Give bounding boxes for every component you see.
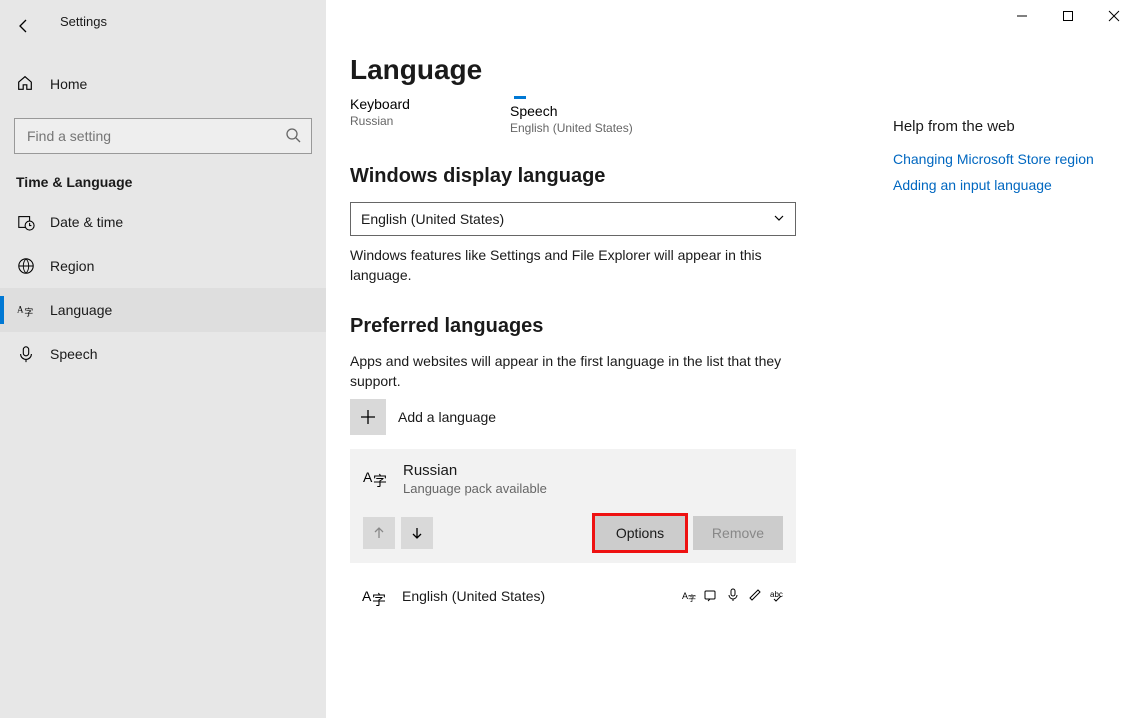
summary-value: Russian [350, 114, 470, 128]
help-heading: Help from the web [893, 118, 1113, 135]
svg-text:字: 字 [688, 593, 696, 602]
maximize-button[interactable] [1045, 0, 1091, 32]
summary-label: Speech [510, 103, 633, 119]
svg-text:A: A [362, 588, 372, 604]
window-title: Settings [60, 14, 107, 29]
remove-button[interactable]: Remove [693, 516, 783, 550]
sidebar-section: Time & Language [0, 154, 326, 200]
display-language-select[interactable]: English (United States) [350, 202, 796, 236]
sidebar-home-label: Home [50, 76, 87, 92]
minimize-button[interactable] [999, 0, 1045, 32]
move-down-button[interactable] [401, 517, 433, 549]
language-item-english-us[interactable]: A字 English (United States) A字 abc [350, 573, 796, 619]
help-link-input-language[interactable]: Adding an input language [893, 177, 1113, 193]
chevron-down-icon [773, 211, 785, 227]
language-feature-icons: A字 abc [682, 588, 784, 605]
sidebar-item-date-time[interactable]: Date & time [0, 200, 326, 244]
summary-speech[interactable]: Speech English (United States) [510, 96, 633, 135]
language-icon: A字 [16, 301, 36, 319]
display-lang-feature-icon: A字 [682, 588, 696, 605]
nav-label: Language [50, 302, 112, 318]
plus-icon [350, 399, 386, 435]
home-icon [16, 74, 36, 95]
calendar-clock-icon [16, 213, 36, 231]
svg-text:字: 字 [24, 306, 33, 317]
speech-indicator [514, 96, 526, 99]
spellcheck-feature-icon: abc [770, 588, 784, 605]
sidebar-item-speech[interactable]: Speech [0, 332, 326, 376]
tts-feature-icon [704, 588, 718, 605]
svg-text:A: A [363, 469, 373, 485]
sidebar-home[interactable]: Home [0, 62, 326, 106]
language-glyph-icon: A字 [363, 464, 391, 492]
preferred-languages-desc: Apps and websites will appear in the fir… [350, 352, 790, 391]
sidebar-item-region[interactable]: Region [0, 244, 326, 288]
svg-text:字: 字 [372, 592, 386, 608]
language-name: Russian [403, 462, 547, 479]
page-title: Language [350, 54, 1113, 86]
language-glyph-icon: A字 [362, 583, 390, 611]
language-subtitle: Language pack available [403, 481, 547, 496]
nav-label: Date & time [50, 214, 123, 230]
move-up-button[interactable] [363, 517, 395, 549]
svg-text:A: A [17, 305, 24, 315]
display-language-desc: Windows features like Settings and File … [350, 246, 790, 285]
svg-text:abc: abc [770, 590, 783, 599]
handwriting-feature-icon [748, 588, 762, 605]
summary-label: Keyboard [350, 96, 470, 112]
add-language-label: Add a language [398, 409, 496, 425]
back-button[interactable] [0, 10, 48, 42]
search-input[interactable] [25, 127, 285, 145]
speech-feature-icon [726, 588, 740, 605]
globe-icon [16, 257, 36, 275]
display-language-value: English (United States) [361, 211, 504, 227]
sidebar-item-language[interactable]: A字 Language [0, 288, 326, 332]
search-icon [285, 127, 301, 146]
microphone-icon [16, 345, 36, 363]
search-box[interactable] [14, 118, 312, 154]
help-link-store-region[interactable]: Changing Microsoft Store region [893, 151, 1113, 167]
nav-label: Region [50, 258, 94, 274]
preferred-languages-heading: Preferred languages [350, 315, 1113, 338]
summary-value: English (United States) [510, 121, 633, 135]
language-item-russian[interactable]: A字 Russian Language pack available [350, 449, 796, 563]
nav-label: Speech [50, 346, 97, 362]
svg-text:字: 字 [373, 473, 387, 489]
options-button[interactable]: Options [595, 516, 685, 550]
language-name: English (United States) [402, 588, 545, 604]
close-button[interactable] [1091, 0, 1137, 32]
add-language-button[interactable]: Add a language [350, 399, 1113, 435]
summary-keyboard[interactable]: Keyboard Russian [350, 96, 470, 135]
